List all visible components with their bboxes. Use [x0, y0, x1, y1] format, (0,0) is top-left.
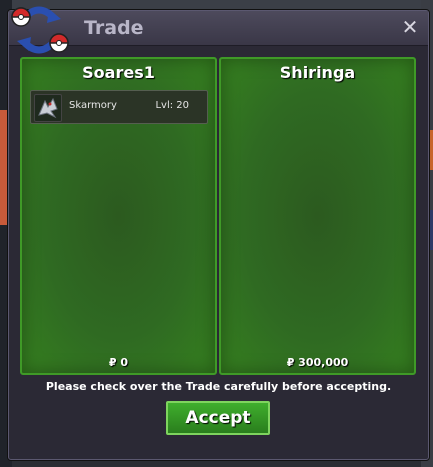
left-money-offer: ₽ 0 [108, 356, 129, 369]
item-level: Lvl: 20 [155, 100, 189, 111]
right-money-offer: ₽ 300,000 [286, 356, 349, 369]
close-icon: ✕ [401, 15, 419, 39]
skarmory-icon [34, 94, 62, 122]
accept-button[interactable]: Accept [166, 401, 270, 435]
left-trade-panel: Soares1 Skarmory Lvl: 20 ₽ 0 [20, 57, 217, 375]
right-trade-panel: Shiringa ₽ 300,000 [219, 57, 416, 375]
window-title: Trade [84, 17, 144, 39]
item-name: Skarmory [69, 100, 117, 111]
trade-item-row[interactable]: Skarmory Lvl: 20 [30, 90, 208, 124]
trade-swap-icon [11, 6, 69, 54]
right-player-name: Shiringa [279, 63, 356, 82]
trade-notice: Please check over the Trade carefully be… [45, 380, 392, 393]
trade-window: Trade ✕ Soares1 Skarmory Lvl: 20 ₽ 0 Shi… [8, 6, 429, 460]
left-player-name: Soares1 [82, 63, 155, 82]
close-button[interactable]: ✕ [400, 17, 420, 37]
